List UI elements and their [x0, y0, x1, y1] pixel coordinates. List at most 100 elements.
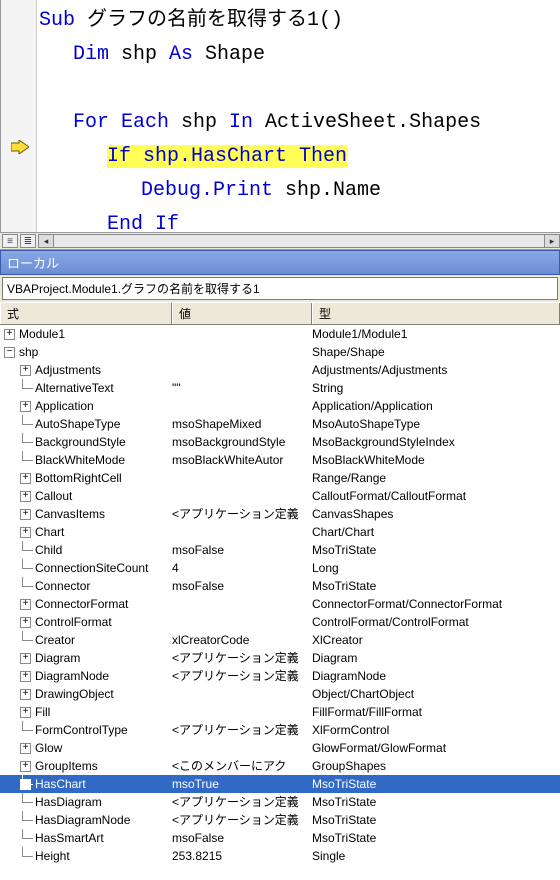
locals-expression-cell[interactable]: + Module1	[0, 325, 172, 343]
locals-row[interactable]: ConnectormsoFalseMsoTriState	[0, 577, 560, 595]
locals-expression-cell[interactable]: BackgroundStyle	[0, 433, 172, 451]
expand-icon[interactable]: +	[20, 707, 31, 718]
locals-expression-cell[interactable]: +Fill	[0, 703, 172, 721]
locals-var-name: HasDiagram	[35, 793, 172, 811]
locals-row[interactable]: −shp Shape/Shape	[0, 343, 560, 361]
expand-icon[interactable]: +	[20, 509, 31, 520]
locals-value-cell: msoFalse	[172, 829, 312, 847]
locals-row[interactable]: AutoShapeTypemsoShapeMixedMsoAutoShapeTy…	[0, 415, 560, 433]
locals-expression-cell[interactable]: Height	[0, 847, 172, 865]
locals-row[interactable]: HasDiagram<アプリケーション定義MsoTriState	[0, 793, 560, 811]
locals-row[interactable]: +GroupItems<このメンバーにアクGroupShapes	[0, 757, 560, 775]
locals-row[interactable]: HasSmartArtmsoFalseMsoTriState	[0, 829, 560, 847]
column-header-type[interactable]: 型	[312, 303, 560, 324]
expand-icon[interactable]: +	[20, 743, 31, 754]
expand-icon[interactable]: +	[20, 473, 31, 484]
expand-icon[interactable]: +	[20, 401, 31, 412]
locals-expression-cell[interactable]: + CanvasItems	[0, 505, 172, 523]
locals-context[interactable]: VBAProject.Module1.グラフの名前を取得する1	[2, 277, 558, 300]
locals-expression-cell[interactable]: +DiagramNode	[0, 667, 172, 685]
split-toggle-b[interactable]: ≣	[20, 234, 36, 248]
locals-row[interactable]: ChildmsoFalseMsoTriState	[0, 541, 560, 559]
locals-var-name: Module1	[19, 325, 172, 343]
locals-row[interactable]: HasDiagramNode<アプリケーション定義MsoTriState	[0, 811, 560, 829]
expand-icon[interactable]: +	[20, 617, 31, 628]
locals-expression-cell[interactable]: +Callout	[0, 487, 172, 505]
locals-row[interactable]: AlternativeText""String	[0, 379, 560, 397]
locals-type-cell: MsoTriState	[312, 775, 560, 793]
locals-row[interactable]: +CanvasItems<アプリケーション定義CanvasShapes	[0, 505, 560, 523]
locals-expression-cell[interactable]: +ConnectorFormat	[0, 595, 172, 613]
expand-icon[interactable]: +	[20, 653, 31, 664]
locals-expression-cell[interactable]: +Application	[0, 397, 172, 415]
locals-row[interactable]: +ChartChart/Chart	[0, 523, 560, 541]
locals-expression-cell[interactable]: +Adjustments	[0, 361, 172, 379]
locals-row[interactable]: +ControlFormatControlFormat/ControlForma…	[0, 613, 560, 631]
locals-row[interactable]: HasChartmsoTrueMsoTriState	[0, 775, 560, 793]
locals-row[interactable]: ConnectionSiteCount4Long	[0, 559, 560, 577]
locals-row[interactable]: BackgroundStylemsoBackgroundStyleMsoBack…	[0, 433, 560, 451]
locals-row[interactable]: +ApplicationApplication/Application	[0, 397, 560, 415]
expand-icon[interactable]: +	[20, 527, 31, 538]
split-toggle-a[interactable]: ≡	[2, 234, 18, 248]
column-header-expression[interactable]: 式	[0, 303, 172, 324]
locals-expression-cell[interactable]: AutoShapeType	[0, 415, 172, 433]
locals-row[interactable]: +AdjustmentsAdjustments/Adjustments	[0, 361, 560, 379]
locals-window-title[interactable]: ローカル	[0, 250, 560, 275]
locals-expression-cell[interactable]: +BottomRightCell	[0, 469, 172, 487]
locals-expression-cell[interactable]: ConnectionSiteCount	[0, 559, 172, 577]
locals-row[interactable]: BlackWhiteModemsoBlackWhiteAutorMsoBlack…	[0, 451, 560, 469]
column-header-value[interactable]: 値	[172, 303, 312, 324]
locals-value-cell: <アプリケーション定義	[172, 505, 312, 523]
expand-icon[interactable]: +	[20, 689, 31, 700]
locals-expression-cell[interactable]: +GroupItems	[0, 757, 172, 775]
locals-expression-cell[interactable]: +ControlFormat	[0, 613, 172, 631]
locals-var-name: CanvasItems	[35, 505, 172, 523]
locals-expression-cell[interactable]: HasChart	[0, 775, 172, 793]
expand-icon[interactable]: +	[20, 761, 31, 772]
locals-expression-cell[interactable]: +Glow	[0, 739, 172, 757]
expand-icon[interactable]: +	[4, 329, 15, 340]
locals-expression-cell[interactable]: HasDiagramNode	[0, 811, 172, 829]
expand-icon[interactable]: +	[20, 671, 31, 682]
locals-row[interactable]: +ConnectorFormatConnectorFormat/Connecto…	[0, 595, 560, 613]
locals-expression-cell[interactable]: BlackWhiteMode	[0, 451, 172, 469]
code-editor[interactable]: Sub グラフの名前を取得する1() Dim shp As Shape For …	[0, 0, 560, 232]
locals-expression-cell[interactable]: Connector	[0, 577, 172, 595]
locals-row[interactable]: +Diagram<アプリケーション定義Diagram	[0, 649, 560, 667]
locals-expression-cell[interactable]: Child	[0, 541, 172, 559]
locals-row[interactable]: +GlowGlowFormat/GlowFormat	[0, 739, 560, 757]
locals-row[interactable]: +DrawingObjectObject/ChartObject	[0, 685, 560, 703]
locals-row[interactable]: FormControlType<アプリケーション定義XlFormControl	[0, 721, 560, 739]
expand-icon[interactable]: +	[20, 599, 31, 610]
locals-row[interactable]: +Module1Module1/Module1	[0, 325, 560, 343]
locals-tree[interactable]: +Module1Module1/Module1−shpShape/Shape+A…	[0, 325, 560, 865]
leaf-icon	[20, 383, 31, 394]
locals-expression-cell[interactable]: HasSmartArt	[0, 829, 172, 847]
locals-row[interactable]: +BottomRightCellRange/Range	[0, 469, 560, 487]
locals-row[interactable]: CreatorxlCreatorCodeXlCreator	[0, 631, 560, 649]
locals-var-name: FormControlType	[35, 721, 172, 739]
locals-type-cell: XlFormControl	[312, 721, 560, 739]
expand-icon[interactable]: +	[20, 365, 31, 376]
locals-expression-cell[interactable]: +Diagram	[0, 649, 172, 667]
collapse-icon[interactable]: −	[4, 347, 15, 358]
locals-expression-cell[interactable]: AlternativeText	[0, 379, 172, 397]
locals-row[interactable]: +FillFillFormat/FillFormat	[0, 703, 560, 721]
locals-var-name: HasChart	[35, 775, 172, 793]
locals-type-cell: String	[312, 379, 560, 397]
locals-row[interactable]: Height253.8215Single	[0, 847, 560, 865]
locals-expression-cell[interactable]: HasDiagram	[0, 793, 172, 811]
locals-expression-cell[interactable]: Creator	[0, 631, 172, 649]
code-blank-line	[39, 72, 560, 106]
locals-row[interactable]: +DiagramNode<アプリケーション定義DiagramNode	[0, 667, 560, 685]
locals-type-cell: Shape/Shape	[312, 343, 560, 361]
locals-expression-cell[interactable]: +Chart	[0, 523, 172, 541]
locals-row[interactable]: +CalloutCalloutFormat/CalloutFormat	[0, 487, 560, 505]
locals-value-cell: msoBackgroundStyle	[172, 433, 312, 451]
expand-icon[interactable]: +	[20, 491, 31, 502]
locals-value-cell: xlCreatorCode	[172, 631, 312, 649]
locals-expression-cell[interactable]: +DrawingObject	[0, 685, 172, 703]
locals-expression-cell[interactable]: FormControlType	[0, 721, 172, 739]
locals-expression-cell[interactable]: −shp	[0, 343, 172, 361]
